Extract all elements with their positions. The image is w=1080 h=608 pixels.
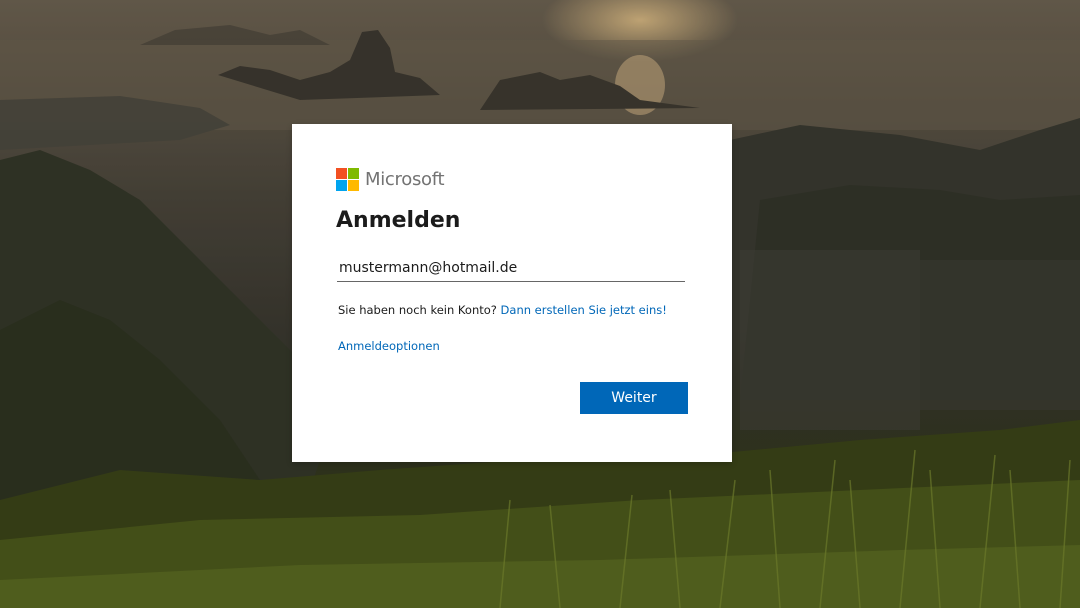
next-button[interactable]: Weiter: [580, 382, 688, 414]
page-title: Anmelden: [336, 208, 461, 233]
create-account-link[interactable]: Dann erstellen Sie jetzt eins!: [501, 303, 667, 317]
signin-card: Microsoft Anmelden Sie haben noch kein K…: [292, 124, 732, 462]
email-field[interactable]: [337, 254, 685, 282]
no-account-text: Sie haben noch kein Konto?: [338, 303, 501, 317]
microsoft-logo: Microsoft: [336, 167, 445, 191]
brand-name: Microsoft: [365, 168, 445, 190]
signin-options-link[interactable]: Anmeldeoptionen: [338, 339, 440, 353]
no-account-row: Sie haben noch kein Konto? Dann erstelle…: [338, 303, 667, 317]
microsoft-logo-icon: [336, 167, 359, 191]
